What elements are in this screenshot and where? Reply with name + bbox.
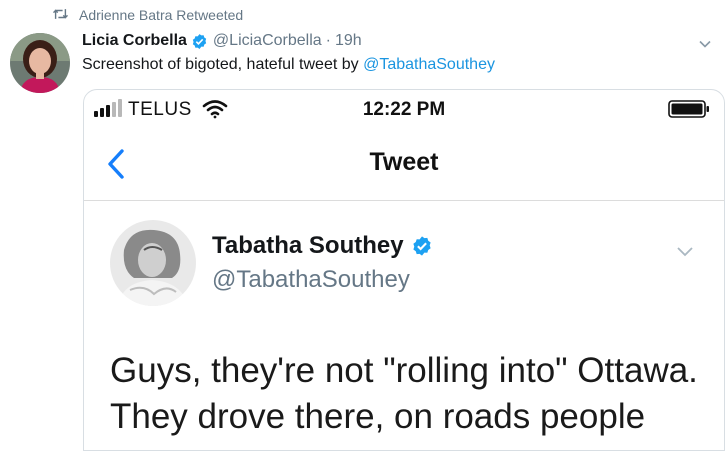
ios-status-bar: TELUS 12:22 PM (84, 90, 724, 128)
status-time: 12:22 PM (362, 99, 446, 120)
separator-dot: · (325, 32, 331, 49)
retweet-label[interactable]: Adrienne Batra Retweeted (79, 7, 243, 23)
tweet-text: Screenshot of bigoted, hateful tweet by … (82, 56, 495, 74)
inner-author-name-text: Tabatha Southey (212, 232, 404, 259)
author-avatar[interactable] (10, 33, 70, 93)
nav-title: Tweet (369, 148, 439, 176)
ios-nav-bar: Tweet (84, 128, 724, 201)
inner-author-avatar (110, 220, 196, 306)
tweet-header: Licia Corbella @LiciaCorbella · 19h (82, 30, 362, 52)
inner-chevron-down-icon (674, 240, 696, 262)
mention-link[interactable]: @TabathaSouthey (363, 56, 495, 73)
attached-screenshot-image[interactable]: TELUS 12:22 PM Tweet Tabatha Southey @Ta… (83, 89, 725, 451)
tweet-text-body: Screenshot of bigoted, hateful tweet by (82, 56, 364, 73)
inner-tweet-line-2: They drove there, on roads people (110, 397, 646, 436)
chevron-down-icon[interactable] (697, 36, 713, 52)
verified-badge-icon (191, 33, 208, 50)
inner-tweet-line-1: Guys, they're not "rolling into" Ottawa. (110, 351, 698, 390)
retweet-context: Adrienne Batra Retweeted (52, 6, 243, 24)
retweet-icon (52, 7, 69, 24)
author-name[interactable]: Licia Corbella (82, 32, 187, 50)
inner-verified-badge-icon (411, 235, 433, 257)
author-handle[interactable]: @LiciaCorbella (213, 32, 322, 50)
tweet-time[interactable]: 19h (335, 32, 362, 50)
battery-icon (668, 100, 710, 118)
inner-tweet-text: Guys, they're not "rolling into" Ottawa.… (110, 348, 710, 440)
inner-author-name: Tabatha Southey (212, 232, 438, 260)
inner-author-handle: @TabathaSouthey (212, 266, 410, 293)
